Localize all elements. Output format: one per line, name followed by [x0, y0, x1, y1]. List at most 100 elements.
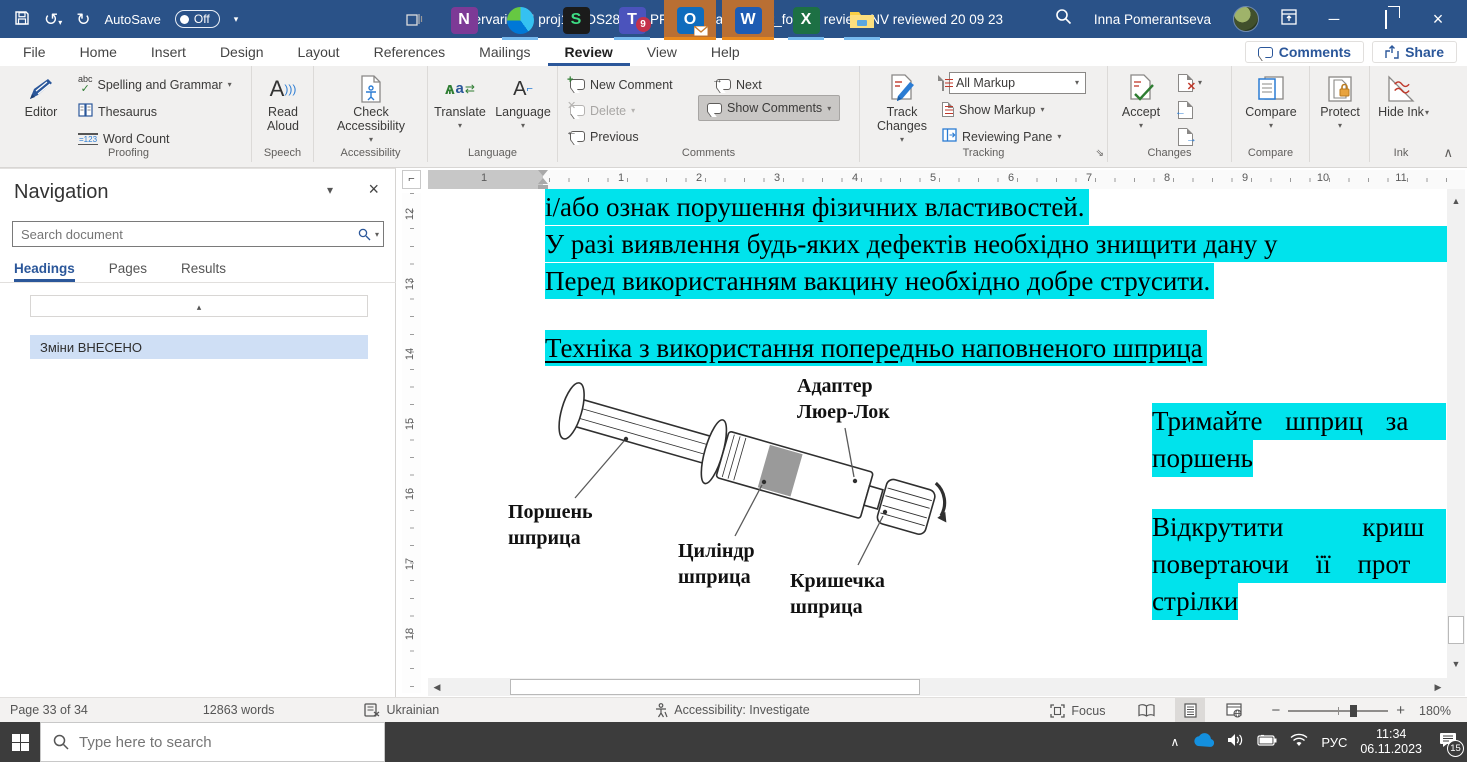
tab-home[interactable]: Home	[63, 38, 134, 66]
tab-selector[interactable]: ⌐	[402, 170, 421, 189]
redo-icon[interactable]: ↻	[76, 11, 90, 28]
horizontal-scroll-thumb[interactable]	[510, 679, 920, 695]
clock[interactable]: 11:34 06.11.2023	[1360, 727, 1422, 757]
share-button[interactable]: Share	[1372, 41, 1457, 63]
reject-button[interactable]: ✕▾	[1178, 70, 1202, 95]
taskbar-outlook[interactable]: O	[664, 0, 716, 40]
compare-button[interactable]: Compare▾	[1240, 68, 1302, 133]
zoom-in-icon[interactable]: +	[1396, 702, 1405, 719]
nav-heading-item[interactable]: Зміни ВНЕСЕНО	[30, 335, 368, 359]
track-changes-button[interactable]: Track Changes▾	[870, 68, 934, 147]
read-aloud-button[interactable]: A))) Read Aloud	[254, 68, 312, 133]
web-layout-button[interactable]	[1219, 698, 1249, 723]
tab-review[interactable]: Review	[548, 38, 630, 66]
scroll-left-icon[interactable]: ◀	[428, 678, 446, 696]
taskbar-onenote[interactable]: N	[440, 0, 488, 40]
comments-button[interactable]: Comments	[1245, 41, 1364, 63]
spelling-grammar-button[interactable]: abc✓ Spelling and Grammar▾	[78, 72, 232, 97]
read-mode-button[interactable]	[1131, 698, 1161, 723]
scroll-right-icon[interactable]: ▶	[1429, 678, 1447, 696]
qat-customize-chevron-icon[interactable]: ▾	[234, 14, 239, 25]
language-button[interactable]: A⌐ Language▾	[492, 68, 554, 133]
taskbar-search-input[interactable]	[79, 734, 339, 751]
taskbar-edge[interactable]	[496, 0, 544, 40]
thesaurus-button[interactable]: Thesaurus	[78, 99, 157, 124]
horizontal-ruler[interactable]	[428, 170, 1465, 189]
taskbar-search-box[interactable]	[40, 722, 385, 762]
nav-tab-headings[interactable]: Headings	[14, 261, 75, 282]
tab-file[interactable]: File	[6, 38, 63, 66]
nav-search-icon[interactable]: ▾	[358, 228, 383, 241]
hide-ink-button[interactable]: Hide Ink▾	[1374, 68, 1428, 133]
vertical-ruler[interactable]	[402, 193, 421, 693]
wifi-icon[interactable]	[1290, 733, 1308, 752]
tab-insert[interactable]: Insert	[134, 38, 203, 66]
scroll-up-icon[interactable]: ▲	[1447, 192, 1465, 210]
tab-design[interactable]: Design	[203, 38, 281, 66]
taskbar-word[interactable]: W	[722, 0, 774, 40]
page-indicator[interactable]: Page 33 of 34	[0, 698, 98, 723]
tab-mailings[interactable]: Mailings	[462, 38, 547, 66]
tab-help[interactable]: Help	[694, 38, 757, 66]
next-change-button[interactable]: →	[1178, 124, 1193, 149]
tab-view[interactable]: View	[630, 38, 694, 66]
markup-dropdown[interactable]: All Markup▾	[949, 72, 1086, 94]
focus-button[interactable]: Focus	[1040, 698, 1115, 723]
tray-expand-icon[interactable]: ∧	[1171, 735, 1180, 749]
notification-center-icon[interactable]: 15	[1439, 732, 1457, 753]
scroll-down-icon[interactable]: ▼	[1447, 655, 1465, 673]
proofing-status[interactable]: Ukrainian	[354, 698, 449, 723]
check-accessibility-button[interactable]: Check Accessibility▾	[331, 68, 411, 147]
ribbon-display-options-icon[interactable]	[1281, 9, 1297, 30]
accept-button[interactable]: Accept▾	[1112, 68, 1170, 133]
translate-button[interactable]: ѧa⇄ Translate▾	[430, 68, 490, 133]
onedrive-icon[interactable]	[1192, 733, 1214, 752]
show-comments-button[interactable]: Show Comments▾	[698, 95, 840, 121]
nav-tab-results[interactable]: Results	[181, 261, 226, 282]
print-layout-button[interactable]	[1175, 698, 1205, 723]
delete-comment-button[interactable]: ✕ Delete▾	[570, 98, 635, 123]
zoom-out-icon[interactable]: −	[1271, 702, 1280, 719]
avatar[interactable]	[1233, 6, 1259, 32]
keyboard-language[interactable]: РУС	[1321, 735, 1347, 750]
navigation-close-icon[interactable]: ×	[368, 179, 379, 200]
nav-tab-pages[interactable]: Pages	[109, 261, 147, 282]
undo-icon[interactable]: ↺▾	[44, 11, 62, 28]
save-icon[interactable]	[14, 10, 30, 29]
previous-change-button[interactable]: ←	[1178, 97, 1193, 122]
autosave-toggle[interactable]: Off	[175, 10, 220, 28]
nav-search-chevron-icon[interactable]: ▾	[375, 230, 379, 239]
vertical-scroll-thumb[interactable]	[1448, 616, 1464, 644]
restore-button[interactable]	[1371, 11, 1401, 28]
reviewing-pane-button[interactable]: Reviewing Pane▾	[942, 124, 1061, 149]
new-comment-button[interactable]: + New Comment	[570, 72, 673, 97]
editor-button[interactable]: Editor	[12, 68, 70, 119]
zoom-slider[interactable]	[1288, 710, 1388, 712]
tab-layout[interactable]: Layout	[281, 38, 357, 66]
zoom-percentage[interactable]: 180%	[1419, 704, 1461, 718]
show-markup-button[interactable]: Show Markup▾	[942, 97, 1044, 122]
indent-marker[interactable]	[538, 170, 548, 189]
accessibility-status[interactable]: Accessibility: Investigate	[644, 698, 819, 723]
navigation-search-input[interactable]	[13, 227, 358, 242]
battery-icon[interactable]	[1257, 733, 1277, 751]
taskbar-app-s[interactable]: S	[552, 0, 600, 40]
next-comment-button[interactable]: → Next	[716, 72, 762, 97]
user-name[interactable]: Inna Pomerantseva	[1094, 12, 1211, 27]
tab-references[interactable]: References	[357, 38, 463, 66]
volume-icon[interactable]	[1227, 733, 1244, 752]
start-button[interactable]	[0, 722, 40, 762]
word-count-indicator[interactable]: 12863 words	[193, 698, 285, 723]
zoom-slider-handle[interactable]	[1350, 705, 1357, 717]
nav-collapse-row[interactable]: ▴	[30, 295, 368, 317]
tracking-dialog-launcher-icon[interactable]: ⇘	[1096, 148, 1104, 159]
minimize-button[interactable]: ─	[1319, 11, 1349, 28]
search-icon[interactable]	[1055, 8, 1072, 30]
protect-button[interactable]: Protect▾	[1312, 68, 1368, 133]
previous-comment-button[interactable]: ← Previous	[570, 124, 639, 149]
taskbar-explorer[interactable]	[838, 0, 886, 40]
task-view-button[interactable]	[392, 0, 436, 40]
taskbar-excel[interactable]: X	[782, 0, 830, 40]
collapse-ribbon-icon[interactable]: ∧	[1443, 145, 1453, 161]
close-button[interactable]: ×	[1423, 9, 1453, 30]
